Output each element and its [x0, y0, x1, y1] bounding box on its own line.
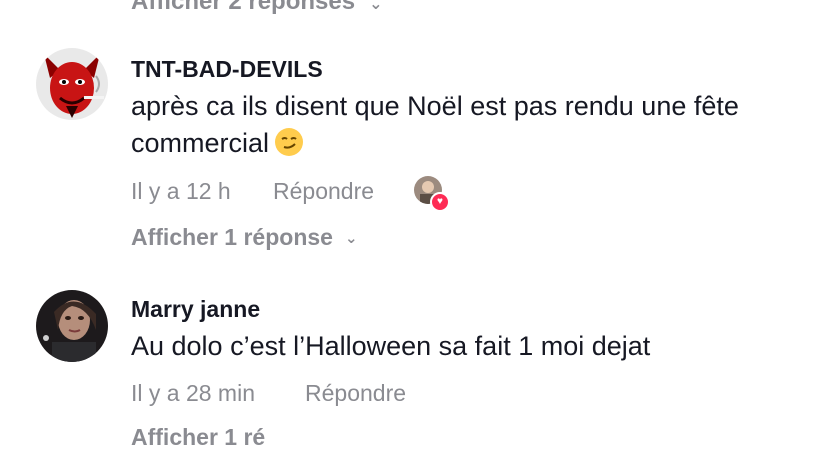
smirking-face-icon — [275, 128, 304, 156]
comment-timestamp: Il y a 12 h — [131, 178, 231, 204]
devil-avatar-image — [36, 48, 108, 120]
profile-photo-image — [36, 290, 108, 362]
view-replies-label: Afficher 1 réponse — [131, 224, 333, 250]
comment-text: après ca ils disent que Noël est pas ren… — [131, 91, 739, 158]
heart-icon: ♥ — [430, 192, 450, 212]
reply-button[interactable]: Répondre — [273, 178, 374, 205]
reply-button[interactable]: Répondre — [305, 380, 406, 407]
comment-text: Au dolo c’est l’Halloween sa fait 1 moi … — [131, 331, 651, 361]
view-replies-button[interactable]: Afficher 1 ré — [131, 424, 265, 451]
chevron-down-icon: ⌄ — [344, 230, 358, 247]
view-replies-label: Afficher 1 ré — [131, 424, 266, 450]
avatar[interactable] — [36, 48, 108, 120]
comment-username[interactable]: TNT-BAD-DEVILS — [131, 56, 323, 83]
view-replies-label: Afficher 2 réponses — [131, 0, 356, 15]
view-replies-button[interactable]: Afficher 1 réponse ⌄ — [131, 224, 358, 251]
comment-timestamp: Il y a 28 min — [131, 380, 255, 406]
avatar[interactable] — [36, 290, 108, 362]
chevron-down-icon: ⌄ — [369, 0, 383, 13]
view-replies-button-top[interactable]: Afficher 2 réponses ⌄ — [131, 0, 382, 16]
comment-username[interactable]: Marry janne — [131, 296, 260, 323]
